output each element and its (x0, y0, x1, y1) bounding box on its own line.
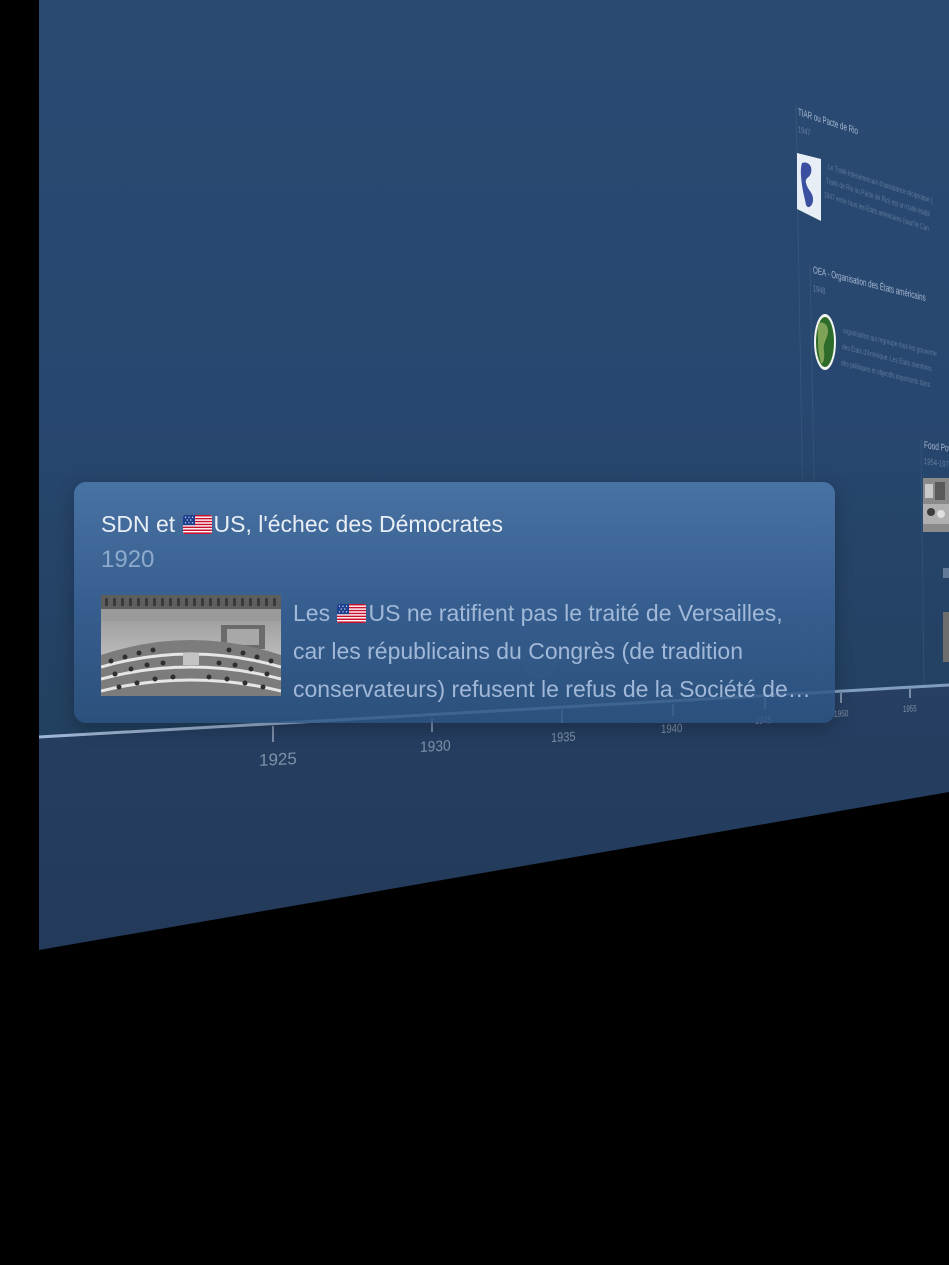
us-flag-icon (337, 604, 367, 623)
tick-label-1925: 1925 (259, 749, 297, 770)
tick-label-1935: 1935 (551, 728, 576, 745)
event-card-title: SDN et US, l'échec des Démocrates (101, 511, 503, 538)
globe-americas-image (814, 314, 836, 370)
americas-map-image (797, 153, 821, 221)
tick-label-1940: 1940 (661, 720, 683, 736)
event-card-description: Les US ne ratifient pas le traité de Ver… (293, 594, 813, 708)
tick-label-1955: 1955 (903, 703, 917, 714)
event-card-year: 1920 (101, 546, 155, 573)
partial-event-edge (943, 568, 949, 662)
event-card[interactable]: SDN et US, l'échec des Démocrates 1920 L… (74, 482, 835, 723)
event-card-description-prefix: Les (293, 600, 337, 626)
crowd-photo-image (923, 478, 949, 532)
congress-chamber-photo (101, 595, 281, 696)
event-card-title-suffix: US, l'échec des Démocrates (213, 511, 503, 537)
app-screen: 1925 1930 1935 1940 1945 1950 1955 TIAR … (0, 0, 949, 1265)
tick-label-1950: 1950 (834, 708, 849, 719)
us-flag-icon (182, 515, 212, 534)
event-card-description-suffix: US ne ratifient pas le traité de Versail… (293, 600, 800, 702)
event-card-title-prefix: SDN et (101, 511, 182, 537)
tick-label-1930: 1930 (420, 737, 451, 756)
